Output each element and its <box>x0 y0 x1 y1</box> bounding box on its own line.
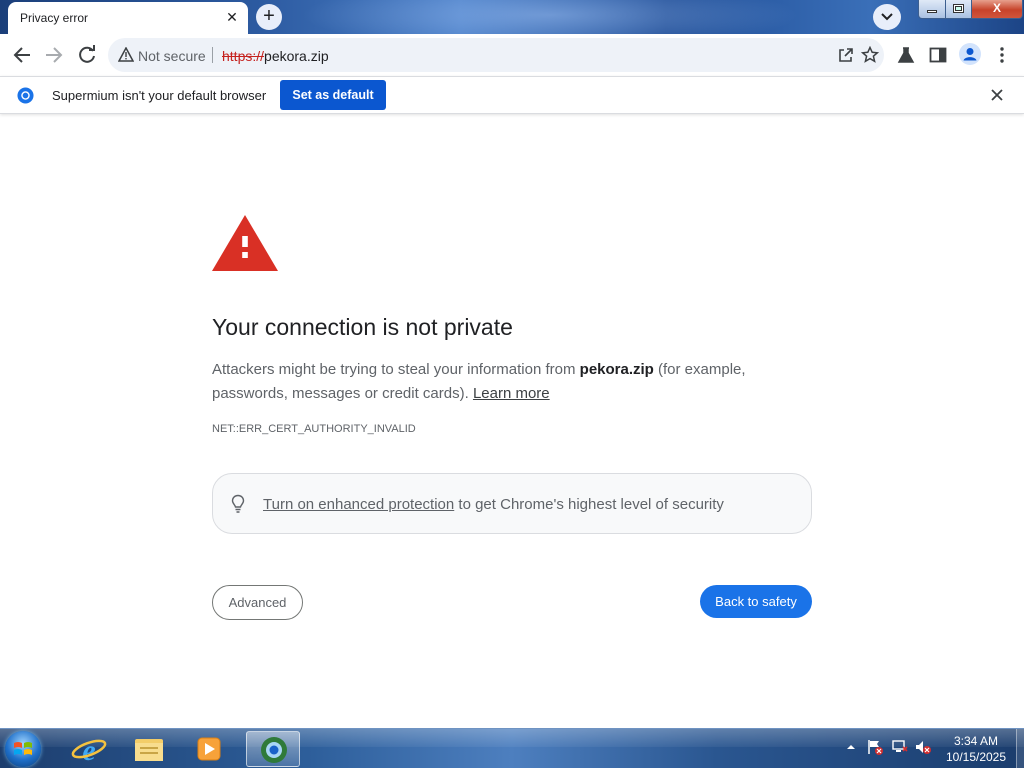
media-player-icon[interactable] <box>182 731 236 767</box>
security-status[interactable]: Not secure <box>138 48 206 64</box>
window-controls: X <box>918 0 1023 19</box>
svg-text:e: e <box>82 734 95 767</box>
clock-date: 10/15/2025 <box>945 750 1007 764</box>
enhanced-protection-rest: to get Chrome's highest level of securit… <box>454 496 724 513</box>
url-scheme: https:// <box>222 48 265 64</box>
restore-icon <box>953 4 964 13</box>
reload-icon[interactable] <box>75 43 99 67</box>
url-domain: pekora.zip <box>264 48 329 64</box>
advanced-button[interactable]: Advanced <box>212 585 303 620</box>
network-icon[interactable] <box>891 738 909 756</box>
browser-logo-icon <box>17 87 34 104</box>
forward-arrow-icon[interactable] <box>42 43 66 67</box>
learn-more-link[interactable]: Learn more <box>473 385 550 402</box>
page-title: Your connection is not private <box>212 314 513 340</box>
system-clock[interactable]: 3:34 AM 10/15/2025 <box>936 733 1016 765</box>
show-desktop-button[interactable] <box>1016 729 1024 768</box>
tab-privacy-error[interactable]: Privacy error ✕ <box>8 2 248 34</box>
warning-icon <box>212 215 278 271</box>
restore-button[interactable] <box>945 0 972 19</box>
error-code: NET::ERR_CERT_AUTHORITY_INVALID <box>212 423 416 435</box>
clock-time: 3:34 AM <box>953 734 999 748</box>
folder-icon <box>135 739 163 761</box>
back-to-safety-button[interactable]: Back to safety <box>700 585 812 618</box>
enhanced-protection-box: Turn on enhanced protection to get Chrom… <box>212 473 812 534</box>
internet-explorer-icon[interactable]: e <box>62 731 116 767</box>
windows-taskbar: e 3:34 AM 10/15/2025 <box>0 728 1024 768</box>
address-bar[interactable]: Not secure https://pekora.zip <box>108 38 884 72</box>
enhanced-protection-link[interactable]: Turn on enhanced protection <box>263 496 454 513</box>
set-as-default-button[interactable]: Set as default <box>280 80 386 110</box>
lightbulb-icon <box>231 494 245 513</box>
tab-close-icon[interactable]: ✕ <box>224 9 240 25</box>
chevron-down-icon <box>881 13 893 21</box>
ie-logo-icon: e <box>71 734 107 767</box>
file-explorer-icon[interactable] <box>122 731 176 767</box>
show-hidden-icons-icon[interactable] <box>842 738 860 756</box>
domain-name: pekora.zip <box>579 361 654 378</box>
enhanced-protection-text: Turn on enhanced protection to get Chrom… <box>263 496 724 513</box>
close-icon[interactable] <box>989 87 1005 103</box>
title-bar: Privacy error ✕ + X <box>0 0 1024 34</box>
back-arrow-icon[interactable] <box>10 43 34 67</box>
supermium-browser-icon[interactable] <box>246 731 300 767</box>
start-button[interactable] <box>5 731 41 767</box>
tab-title: Privacy error <box>20 11 89 25</box>
explanation-text-1: Attackers might be trying to steal your … <box>212 361 580 378</box>
person-icon <box>963 48 977 61</box>
explanation-paragraph: Attackers might be trying to steal your … <box>212 358 812 406</box>
volume-muted-icon[interactable] <box>914 738 932 756</box>
play-icon <box>197 737 221 761</box>
browser-toolbar: Not secure https://pekora.zip <box>0 34 1024 76</box>
minimize-icon <box>927 10 937 13</box>
labs-flask-icon[interactable] <box>896 45 916 65</box>
url-text[interactable]: https://pekora.zip <box>222 48 329 64</box>
tab-search-button[interactable] <box>873 4 901 30</box>
windows-logo-icon <box>14 742 32 755</box>
side-panel-icon[interactable] <box>928 45 948 65</box>
browser-globe-icon <box>261 737 287 763</box>
menu-dots-icon[interactable] <box>994 45 1010 65</box>
action-center-flag-icon[interactable] <box>866 738 884 756</box>
share-icon[interactable] <box>837 46 855 64</box>
warning-triangle-icon[interactable] <box>118 47 134 62</box>
close-window-button[interactable]: X <box>971 0 1023 19</box>
bookmark-star-icon[interactable] <box>861 46 879 64</box>
new-tab-button[interactable]: + <box>256 4 282 30</box>
infobar-message: Supermium isn't your default browser <box>52 88 267 103</box>
minimize-button[interactable] <box>918 0 946 19</box>
profile-avatar[interactable] <box>959 43 981 65</box>
omnibox-divider <box>212 47 213 63</box>
default-browser-infobar: Supermium isn't your default browser Set… <box>0 76 1024 114</box>
